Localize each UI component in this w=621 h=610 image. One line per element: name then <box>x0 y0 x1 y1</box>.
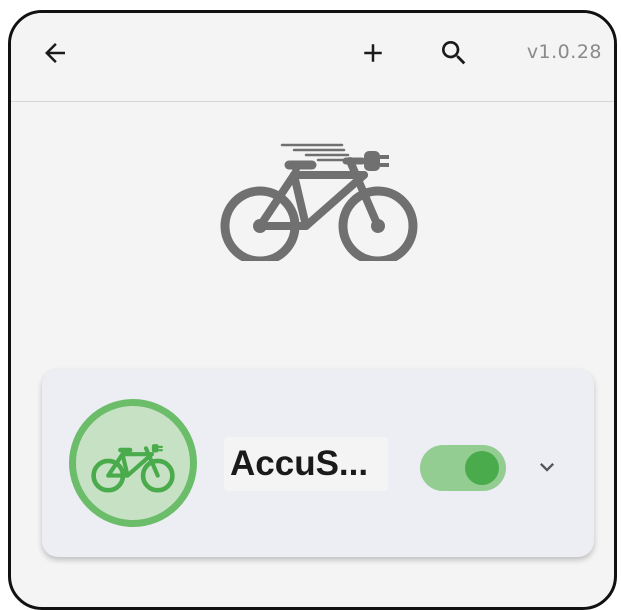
top-app-bar: v1.0.28 <box>11 13 614 102</box>
add-button[interactable] <box>351 31 395 75</box>
search-button[interactable] <box>432 31 476 75</box>
device-card[interactable]: AccuS... <box>42 369 594 557</box>
toggle-knob <box>465 451 499 485</box>
app-window: v1.0.28 AccuS... <box>8 10 617 610</box>
device-toggle[interactable] <box>420 445 506 491</box>
device-avatar <box>69 399 197 527</box>
plus-icon <box>364 44 382 62</box>
arrow-left-icon <box>45 43 65 63</box>
electric-bike-icon <box>91 444 175 493</box>
device-name: AccuS... <box>224 437 388 491</box>
hero-electric-bike <box>214 131 424 266</box>
electric-bike-icon <box>220 143 418 266</box>
chevron-down-icon <box>540 463 554 472</box>
search-icon <box>442 41 466 65</box>
app-version: v1.0.28 <box>526 41 602 63</box>
expand-button[interactable] <box>529 449 565 485</box>
back-button[interactable] <box>33 31 77 75</box>
